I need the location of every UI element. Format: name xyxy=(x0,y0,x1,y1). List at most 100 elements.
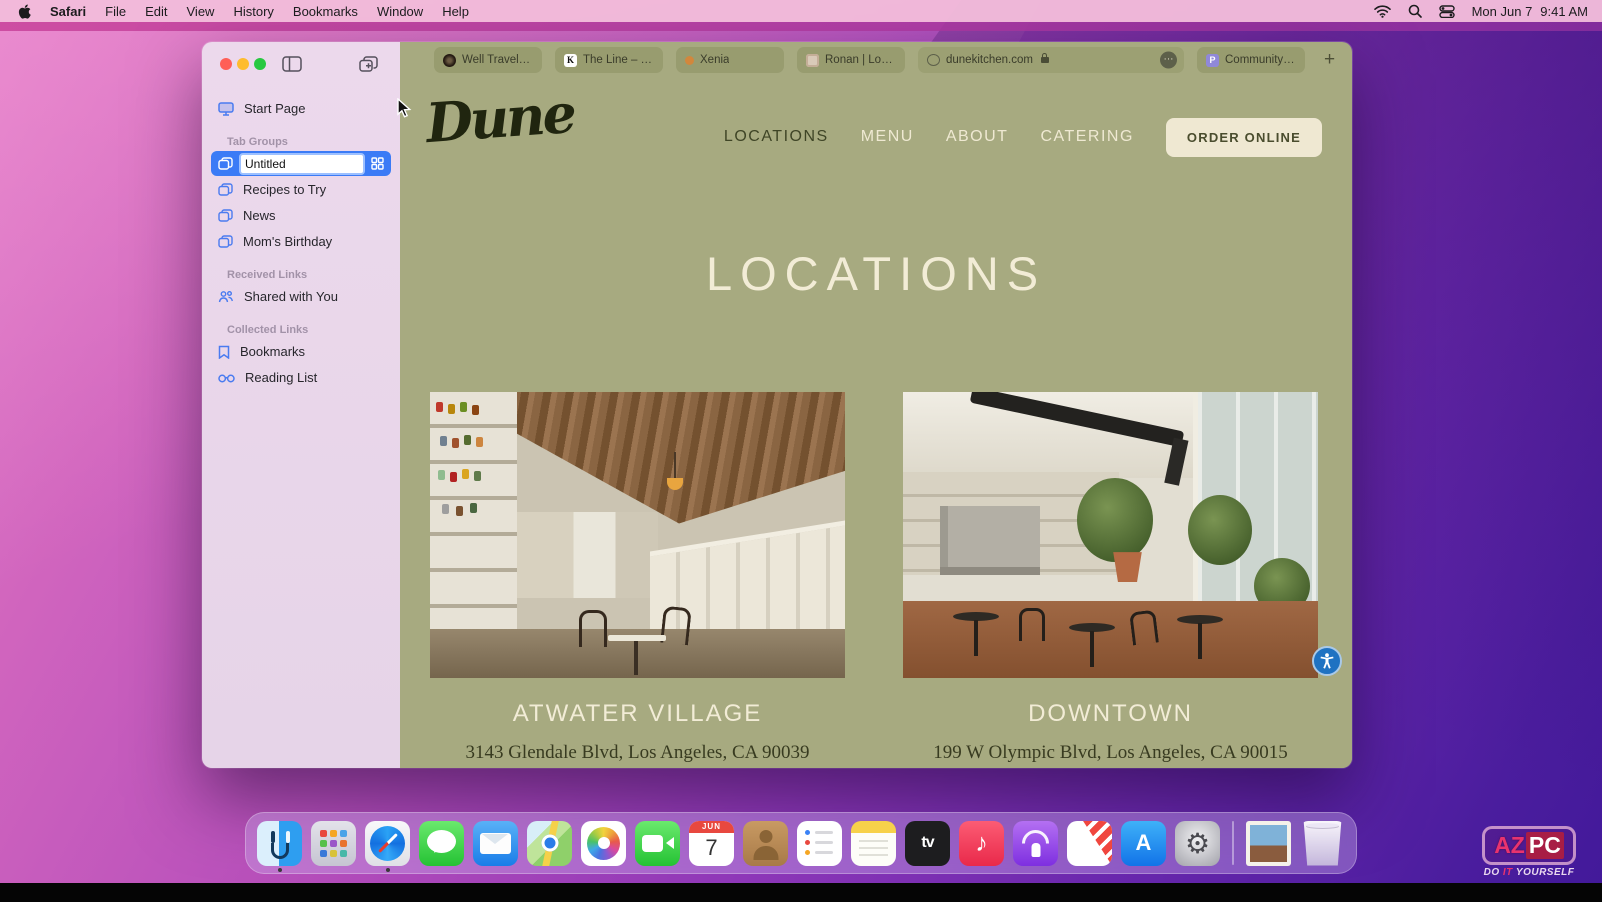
menu-view[interactable]: View xyxy=(187,4,215,19)
location-address-downtown: 199 W Olympic Blvd, Los Angeles, CA 9001… xyxy=(933,742,1288,763)
sidebar-item-shared-with-you[interactable]: Shared with You xyxy=(211,284,391,309)
mouse-cursor-icon xyxy=(397,97,412,124)
tab-the-line-kinfolk[interactable]: K The Line – Kinfolk xyxy=(555,47,663,73)
browser-content: Well Traveled |... K The Line – Kinfolk … xyxy=(400,42,1352,768)
spotlight-search-icon[interactable] xyxy=(1408,4,1422,18)
menu-history[interactable]: History xyxy=(233,4,273,19)
dock-photos-icon[interactable] xyxy=(581,820,626,866)
dock-notes-icon[interactable] xyxy=(851,820,896,866)
dock-mail-icon[interactable] xyxy=(473,820,518,866)
nav-about[interactable]: ABOUT xyxy=(946,128,1009,146)
tab-xenia[interactable]: Xenia xyxy=(676,47,784,73)
control-center-icon[interactable] xyxy=(1438,4,1455,18)
sidebar-item-tab-group-untitled[interactable] xyxy=(211,151,391,176)
page-settings-more-button[interactable]: ··· xyxy=(1160,51,1177,69)
menu-file[interactable]: File xyxy=(105,4,126,19)
tab-label: Xenia xyxy=(700,54,730,66)
nav-catering[interactable]: CATERING xyxy=(1040,128,1133,146)
dock: JUN 7 tv ♪ A ⚙ xyxy=(245,812,1357,874)
dock-maps-icon[interactable] xyxy=(527,820,572,866)
tab-group-icon xyxy=(218,209,233,222)
clock-date: Mon Jun 7 xyxy=(1471,3,1533,19)
section-collected-links: Collected Links xyxy=(227,324,309,336)
menu-bookmarks[interactable]: Bookmarks xyxy=(293,4,358,19)
clock-time: 9:41 AM xyxy=(1540,3,1588,19)
location-address-atwater: 3143 Glendale Blvd, Los Angeles, CA 9003… xyxy=(465,742,810,763)
shared-with-you-icon xyxy=(218,290,234,303)
wifi-icon[interactable] xyxy=(1373,4,1391,18)
watermark-az: AZ xyxy=(1494,832,1525,858)
section-received-links: Received Links xyxy=(227,269,308,281)
dock-launchpad-icon[interactable] xyxy=(311,820,356,866)
address-url: dunekitchen.com xyxy=(946,54,1033,66)
menu-safari[interactable]: Safari xyxy=(50,4,86,19)
dock-facetime-icon[interactable] xyxy=(635,820,680,866)
apple-logo-icon[interactable] xyxy=(18,4,31,19)
dune-logo[interactable]: Dune xyxy=(424,81,576,155)
tab-label: The Line – Kinfolk xyxy=(583,54,654,66)
page-title: LOCATIONS xyxy=(705,247,1047,300)
lock-icon xyxy=(1040,53,1049,63)
favicon-kinfolk-icon: K xyxy=(564,53,577,67)
sidebar-item-news[interactable]: News xyxy=(211,203,391,228)
dock-podcasts-icon[interactable] xyxy=(1013,820,1058,866)
sidebar-item-reading-list[interactable]: Reading List xyxy=(211,365,391,390)
dock-appstore-icon[interactable]: A xyxy=(1121,820,1166,866)
minimize-button[interactable] xyxy=(237,58,249,70)
nav-locations[interactable]: LOCATIONS xyxy=(724,128,829,146)
close-button[interactable] xyxy=(220,58,232,70)
menu-bar-clock[interactable]: Mon Jun 7 9:41 AM xyxy=(1472,4,1588,19)
tab-label: Ronan | Los Ang... xyxy=(825,54,896,66)
tab-group-icon xyxy=(218,235,233,248)
watermark: AZ PC DO IT YOURSELF xyxy=(1474,826,1584,878)
dock-trash-icon[interactable] xyxy=(1300,820,1345,866)
sidebar-item-bookmarks[interactable]: Bookmarks xyxy=(211,339,391,364)
dock-reminders-icon[interactable] xyxy=(797,820,842,866)
menu-help[interactable]: Help xyxy=(442,4,469,19)
favicon-community-icon: P xyxy=(1206,53,1219,67)
sidebar-item-moms-birthday[interactable]: Mom's Birthday xyxy=(211,229,391,254)
desktop: Safari File Edit View History Bookmarks … xyxy=(0,0,1602,902)
dock-finder-icon[interactable] xyxy=(257,820,302,872)
favicon-xenia-icon xyxy=(685,55,694,65)
dock-tv-icon[interactable]: tv xyxy=(905,820,950,866)
address-bar-active-tab[interactable]: dunekitchen.com ··· xyxy=(918,47,1184,73)
tab-ronan[interactable]: Ronan | Los Ang... xyxy=(797,47,905,73)
dock-contacts-icon[interactable] xyxy=(743,820,788,866)
new-tab-group-icon[interactable] xyxy=(359,56,378,77)
watermark-pc: PC xyxy=(1525,832,1564,859)
tab-group-icon xyxy=(218,183,233,196)
dock-music-icon[interactable]: ♪ xyxy=(959,820,1004,866)
menu-edit[interactable]: Edit xyxy=(145,4,167,19)
tab-group-name-input[interactable] xyxy=(239,152,365,175)
tab-label: Community – Pl... xyxy=(1225,54,1296,66)
location-name-downtown: DOWNTOWN xyxy=(1028,700,1193,727)
sidebar-item-label: Mom's Birthday xyxy=(243,234,333,249)
tab-well-traveled[interactable]: Well Traveled |... xyxy=(434,47,542,73)
running-indicator xyxy=(277,867,282,872)
watermark-tagline-do: DO xyxy=(1483,867,1500,878)
dock-messages-icon[interactable] xyxy=(419,820,464,866)
order-online-button[interactable]: ORDER ONLINE xyxy=(1165,117,1322,157)
location-name-atwater: ATWATER VILLAGE xyxy=(512,700,763,727)
tab-overview-grid-icon[interactable] xyxy=(371,157,384,170)
dock-news-icon[interactable] xyxy=(1067,820,1112,866)
sidebar: Start Page Tab Groups Recipes to Try xyxy=(202,42,400,768)
dock-safari-icon[interactable] xyxy=(365,820,410,872)
menu-window[interactable]: Window xyxy=(377,4,423,19)
dock-image-file-icon[interactable] xyxy=(1246,820,1291,866)
sidebar-item-start-page[interactable]: Start Page xyxy=(211,96,391,121)
watermark-tagline-yourself: YOURSELF xyxy=(1515,867,1575,878)
zoom-button[interactable] xyxy=(254,58,266,70)
nav-menu[interactable]: MENU xyxy=(861,128,914,146)
favicon-well-traveled-icon xyxy=(443,53,456,67)
sidebar-toggle-icon[interactable] xyxy=(282,56,302,77)
dock-calendar-icon[interactable]: JUN 7 xyxy=(689,820,734,866)
accessibility-widget-button[interactable] xyxy=(1312,646,1342,676)
atwater-village-photo xyxy=(430,392,845,678)
tab-community[interactable]: P Community – Pl... xyxy=(1197,47,1305,73)
new-tab-button[interactable]: + xyxy=(1324,47,1335,73)
sidebar-item-recipes[interactable]: Recipes to Try xyxy=(211,177,391,202)
tab-group-icon xyxy=(218,157,233,170)
dock-settings-icon[interactable]: ⚙ xyxy=(1175,820,1220,866)
